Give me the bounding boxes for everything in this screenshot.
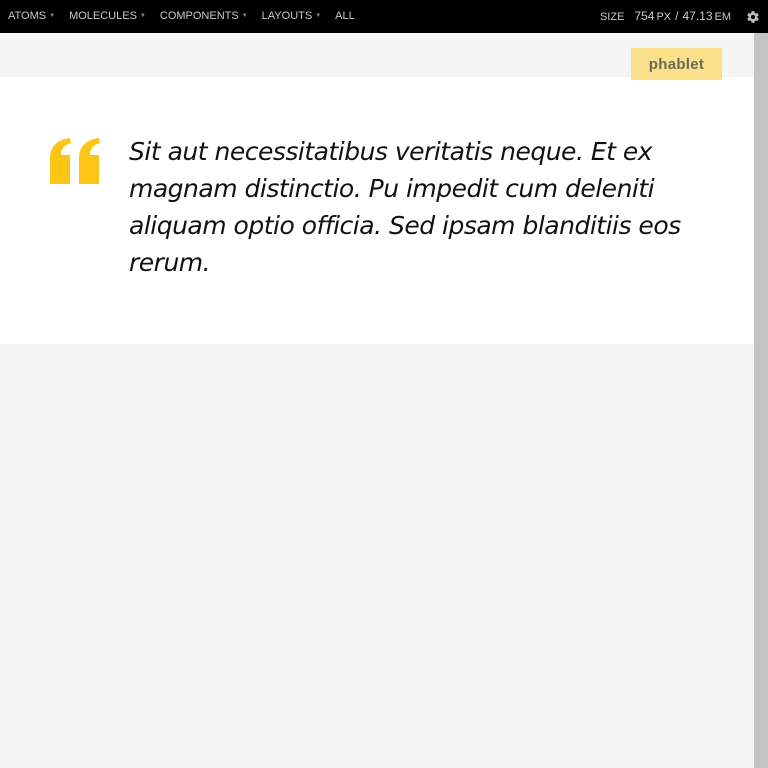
size-em-unit: EM bbox=[714, 11, 732, 23]
size-label: SIZE bbox=[599, 11, 625, 23]
caret-down-icon: ▼ bbox=[139, 13, 146, 19]
nav-all-label: ALL bbox=[335, 10, 355, 22]
size-px-unit: PX bbox=[656, 11, 672, 23]
caret-down-icon: ▼ bbox=[241, 13, 248, 19]
nav-atoms[interactable]: ATOMS ▼ bbox=[8, 10, 55, 22]
size-em-value[interactable]: 47.13 bbox=[682, 9, 712, 23]
size-separator: / bbox=[675, 9, 679, 23]
open-quote-icon bbox=[50, 138, 100, 184]
nav-components-label: COMPONENTS bbox=[159, 10, 239, 22]
nav-molecules[interactable]: MOLECULES ▼ bbox=[69, 10, 146, 22]
pattern-lab-toolbar: ATOMS ▼ MOLECULES ▼ COMPONENTS ▼ LAYOUTS… bbox=[0, 0, 768, 33]
quote-text: Sit aut necessitatibus veritatis neque. … bbox=[129, 137, 681, 277]
nav-layouts-label: LAYOUTS bbox=[261, 10, 313, 22]
viewport-size-readout: SIZE 754 PX / 47.13 EM bbox=[600, 9, 731, 23]
caret-down-icon: ▼ bbox=[315, 13, 322, 19]
nav-layouts[interactable]: LAYOUTS ▼ bbox=[262, 10, 321, 22]
viewport-resize-handle[interactable] bbox=[754, 33, 768, 768]
nav-all[interactable]: ALL bbox=[335, 10, 355, 22]
gear-icon[interactable] bbox=[746, 10, 760, 24]
breakpoint-badge: phablet bbox=[631, 48, 722, 80]
nav-components[interactable]: COMPONENTS ▼ bbox=[160, 10, 248, 22]
size-px-value[interactable]: 754 bbox=[634, 9, 654, 23]
pattern-nav: ATOMS ▼ MOLECULES ▼ COMPONENTS ▼ LAYOUTS… bbox=[8, 10, 369, 22]
nav-molecules-label: MOLECULES bbox=[69, 10, 137, 22]
blockquote: Sit aut necessitatibus veritatis neque. … bbox=[0, 77, 754, 344]
caret-down-icon: ▼ bbox=[49, 13, 56, 19]
nav-atoms-label: ATOMS bbox=[8, 10, 47, 22]
